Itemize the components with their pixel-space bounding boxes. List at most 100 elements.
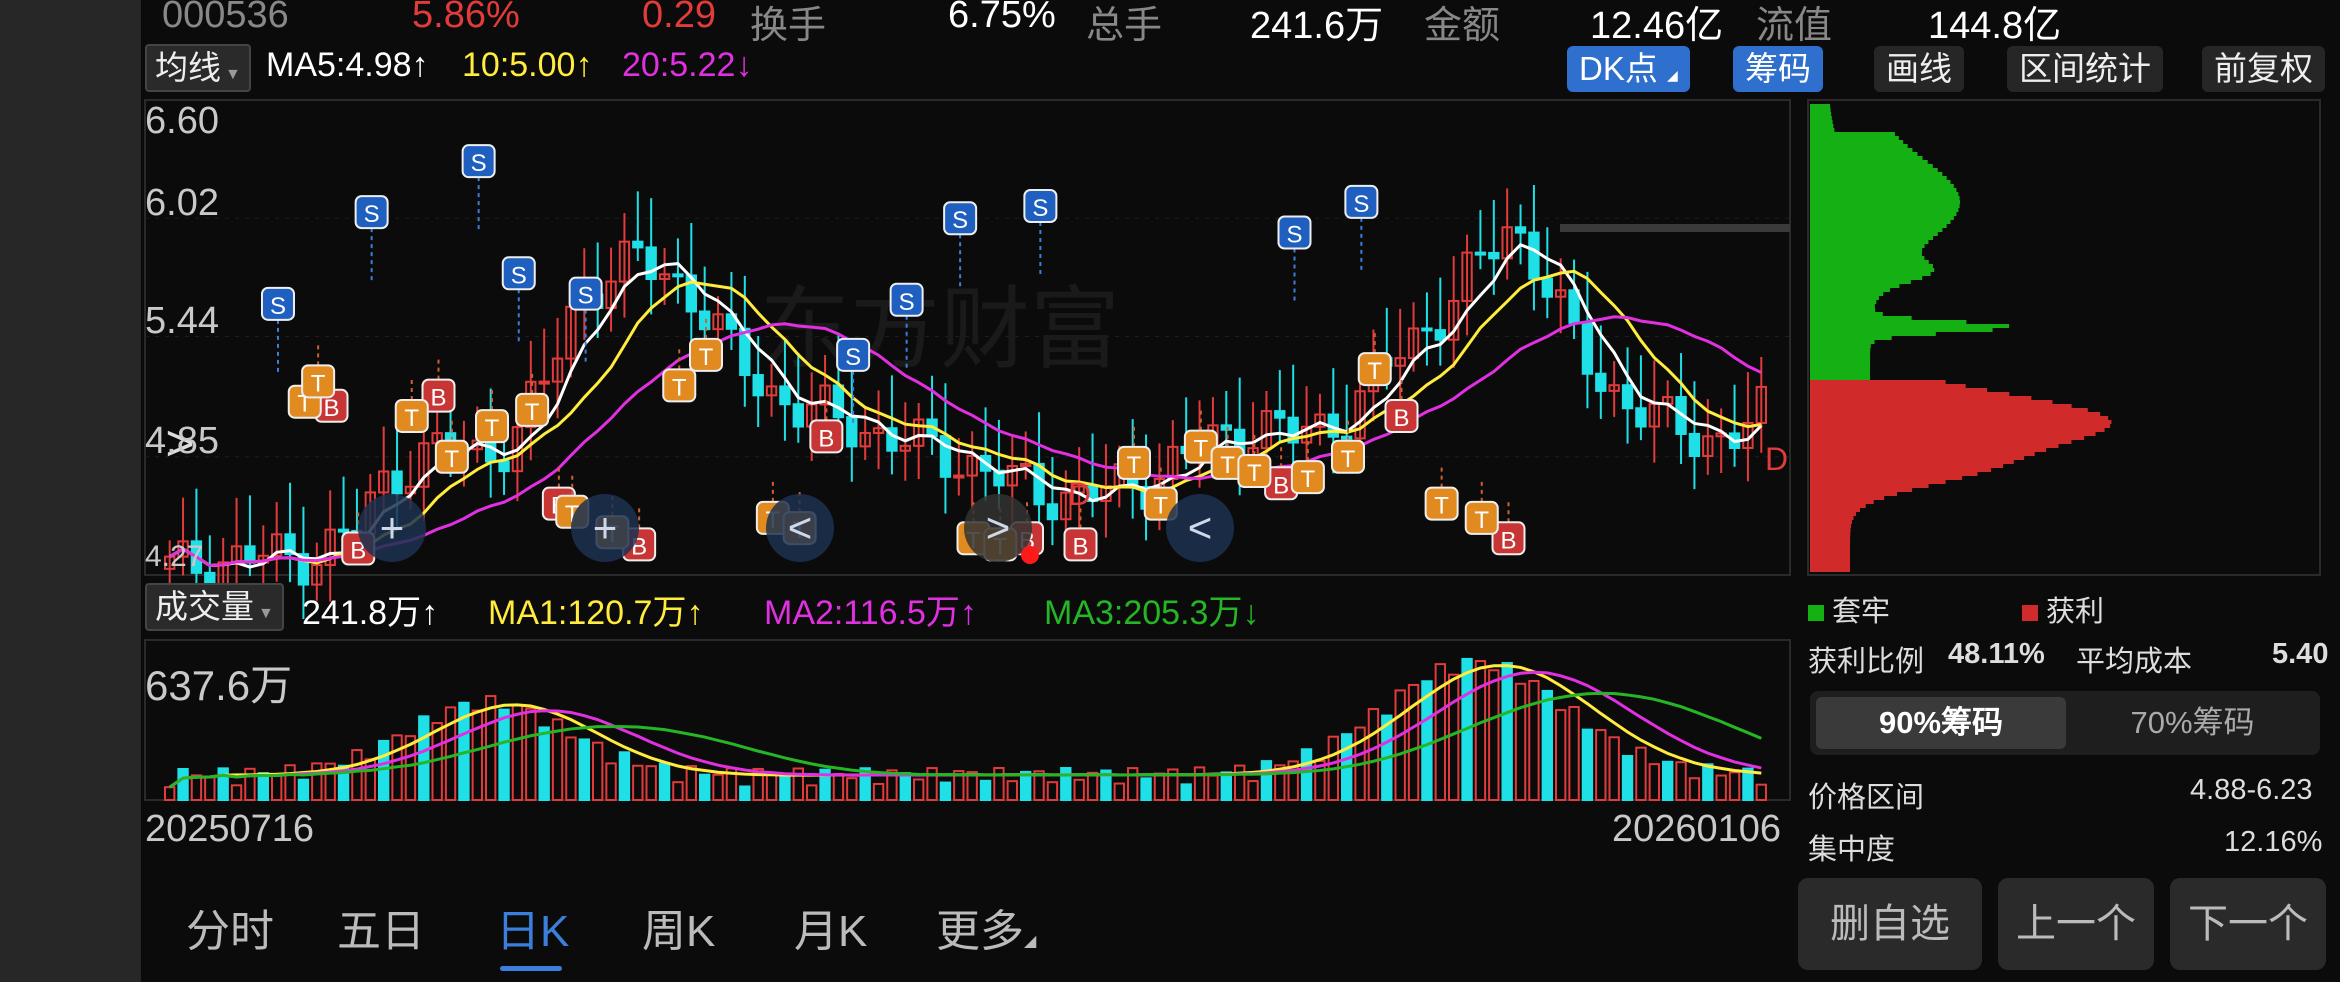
next-stock-button[interactable]: 下一个 xyxy=(2170,878,2326,970)
volume-bar xyxy=(1247,780,1259,801)
volume-bar xyxy=(1635,746,1647,801)
chip-trapped xyxy=(1810,252,1922,256)
legend-profit: 获利 xyxy=(2022,588,2104,630)
remove-watchlist-button[interactable]: 删自选 xyxy=(1798,878,1982,970)
chip-profit xyxy=(1810,384,1966,388)
marker-label: T xyxy=(1474,507,1489,534)
marker-label: B xyxy=(1393,405,1409,432)
candle-body xyxy=(538,380,550,385)
volume-bar xyxy=(418,715,430,802)
chip-profit xyxy=(1810,520,1852,524)
marker-label: T xyxy=(1367,358,1382,385)
concentration-label: 集中度 xyxy=(1808,834,1896,866)
marker-label: S xyxy=(1032,195,1048,222)
tab-70-chip[interactable]: 70%筹码 xyxy=(2070,697,2315,749)
volume-bars xyxy=(164,657,1767,802)
tab-90-chip[interactable]: 90%筹码 xyxy=(1816,697,2066,749)
volume-bar xyxy=(1501,662,1513,802)
chip-profit xyxy=(1810,516,1854,520)
chip-trapped xyxy=(1810,204,1960,208)
volume-bar xyxy=(177,767,189,802)
chip-trapped xyxy=(1810,296,1879,300)
d-label: D xyxy=(1765,441,1788,477)
volume-bar xyxy=(498,708,510,801)
volume-bar xyxy=(1755,783,1767,801)
chip-trapped xyxy=(1810,212,1957,216)
tab-weekly-k[interactable]: 周K xyxy=(642,895,715,959)
chip-trapped xyxy=(1810,308,1876,312)
tab-daily-k[interactable]: 日K xyxy=(496,895,569,959)
tab-monthly-k[interactable]: 月K xyxy=(794,895,867,959)
marker-label: B xyxy=(818,425,834,452)
marker-label: T xyxy=(1194,436,1209,463)
candle-body xyxy=(779,385,791,406)
corner-arrow-icon: ◢ xyxy=(1024,933,1037,950)
chip-trapped xyxy=(1810,348,1871,352)
volume-bar xyxy=(846,777,858,801)
profit-ratio-label: 获利比例 xyxy=(1808,646,1925,678)
chip-trapped xyxy=(1810,300,1877,304)
volume-bar xyxy=(525,707,537,801)
price-tick-1: 6.02 xyxy=(145,182,219,224)
candle-body xyxy=(498,460,510,473)
d-label: D xyxy=(1068,476,1091,512)
volume-bar xyxy=(1220,771,1232,801)
volume-bar xyxy=(257,772,269,802)
volume-bar xyxy=(1555,709,1567,801)
chip-profit xyxy=(1810,392,2010,396)
volume-bar xyxy=(712,773,724,802)
chip-trapped xyxy=(1810,248,1923,252)
chip-trapped xyxy=(1810,188,1957,192)
chip-profit xyxy=(1810,568,1851,572)
prev-stock-button[interactable]: 上一个 xyxy=(1998,878,2154,970)
volume-bar xyxy=(204,775,216,801)
marker-label: T xyxy=(311,370,326,397)
volume-bar xyxy=(1127,767,1139,801)
volume-bar xyxy=(1234,764,1246,801)
vol-ma3-line xyxy=(168,691,1762,789)
candle-body xyxy=(832,384,845,419)
tab-intraday[interactable]: 分时 xyxy=(186,895,274,959)
volume-bar xyxy=(1153,772,1166,802)
profit-swatch xyxy=(2022,605,2038,621)
volume-bar xyxy=(1715,774,1727,802)
volume-bar xyxy=(993,767,1005,801)
marker-label: S xyxy=(270,293,286,320)
volume-bar xyxy=(311,762,323,801)
chip-profit xyxy=(1810,432,2096,436)
volume-bar xyxy=(1514,682,1527,802)
chip-profit xyxy=(1810,564,1851,568)
marker-label: S xyxy=(364,201,380,228)
tab-five-day[interactable]: 五日 xyxy=(337,895,425,959)
volume-bar xyxy=(190,774,203,802)
volume-bar xyxy=(645,765,657,802)
marker-label: S xyxy=(952,207,968,234)
candle-body xyxy=(1341,435,1353,440)
chip-trapped xyxy=(1810,372,1871,376)
volume-bar xyxy=(1662,760,1674,802)
volume-bar xyxy=(739,785,751,802)
marker-label: T xyxy=(525,399,540,426)
chip-profit xyxy=(1810,488,1913,492)
chip-trapped xyxy=(1810,316,1912,320)
chip-profit xyxy=(1810,408,2088,412)
candle-body xyxy=(1514,226,1527,234)
volume-bar xyxy=(1060,767,1072,802)
chip-trapped xyxy=(1810,196,1960,200)
chip-profit xyxy=(1810,444,2059,448)
volume-bar xyxy=(699,773,711,801)
tab-more[interactable]: 更多◢ xyxy=(936,895,1036,959)
chip-profit xyxy=(1810,468,1992,472)
kline-chart[interactable]: 东方财富 SSSSSSSSSSSBBBBBBBBBBBTTTTTTTTTTTTT… xyxy=(0,0,2340,982)
volume-bar xyxy=(685,765,697,801)
volume-max-tick: 637.6万 xyxy=(145,662,293,709)
chip-trapped xyxy=(1810,328,1993,332)
chip-profit xyxy=(1810,500,1874,504)
chip-profit xyxy=(1810,380,1946,384)
volume-bar xyxy=(271,774,283,801)
chip-trapped xyxy=(1810,320,1967,324)
volume-selector[interactable]: 成交量 ▼ xyxy=(145,583,284,631)
watermark: 东方财富 xyxy=(760,280,1120,380)
chip-profit xyxy=(1810,416,2109,420)
chip-trapped xyxy=(1810,376,1871,380)
